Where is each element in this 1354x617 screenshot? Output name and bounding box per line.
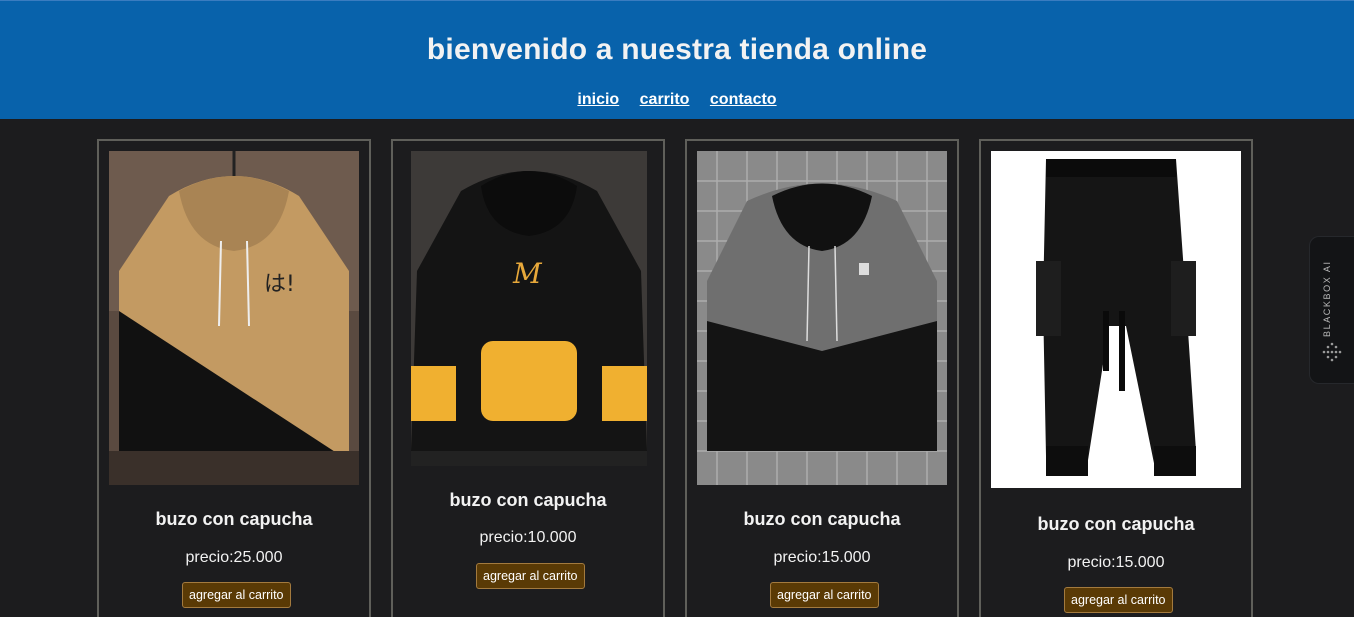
site-header: bienvenido a nuestra tienda online inici…: [0, 0, 1354, 119]
product-card: は! buzo con capucha precio:25.000 agrega…: [97, 139, 371, 617]
tan-black-hoodie-image: は!: [109, 151, 359, 485]
black-yellow-hoodie-image: M: [411, 151, 647, 466]
product-card: buzo con capucha precio:15.000 agregar a…: [685, 139, 959, 617]
product-price: precio:25.000: [185, 549, 283, 566]
black-cargo-pants-image: [991, 151, 1241, 488]
svg-text:M: M: [512, 257, 543, 290]
add-to-cart-button[interactable]: agregar al carrito: [770, 582, 879, 608]
product-price: precio:15.000: [773, 549, 871, 566]
main-nav: inicio carrito contacto: [0, 91, 1354, 109]
nav-link-carrito[interactable]: carrito: [640, 91, 690, 108]
blackbox-ai-label: BLACKBOX AI: [1322, 260, 1332, 337]
svg-text:は!: は!: [264, 272, 295, 297]
product-name: buzo con capucha: [1037, 514, 1195, 534]
product-price: precio:10.000: [479, 529, 577, 546]
page-title: bienvenido a nuestra tienda online: [426, 33, 928, 66]
product-card: M buzo con capucha precio:10.000 agregar…: [391, 139, 665, 617]
product-price: precio:15.000: [1067, 554, 1165, 571]
blackbox-ai-widget[interactable]: BLACKBOX AI: [1309, 236, 1354, 384]
blackbox-logo-icon: [1321, 341, 1343, 363]
add-to-cart-button[interactable]: agregar al carrito: [476, 563, 585, 589]
add-to-cart-button[interactable]: agregar al carrito: [182, 582, 291, 608]
product-card: buzo con capucha precio:15.000 agregar a…: [979, 139, 1253, 617]
product-name: buzo con capucha: [155, 509, 313, 529]
grey-black-hoodie-image: [697, 151, 947, 485]
add-to-cart-button[interactable]: agregar al carrito: [1064, 587, 1173, 613]
product-name: buzo con capucha: [743, 509, 901, 529]
nav-link-inicio[interactable]: inicio: [577, 91, 619, 108]
product-name: buzo con capucha: [449, 490, 607, 510]
nav-link-contacto[interactable]: contacto: [710, 91, 777, 108]
